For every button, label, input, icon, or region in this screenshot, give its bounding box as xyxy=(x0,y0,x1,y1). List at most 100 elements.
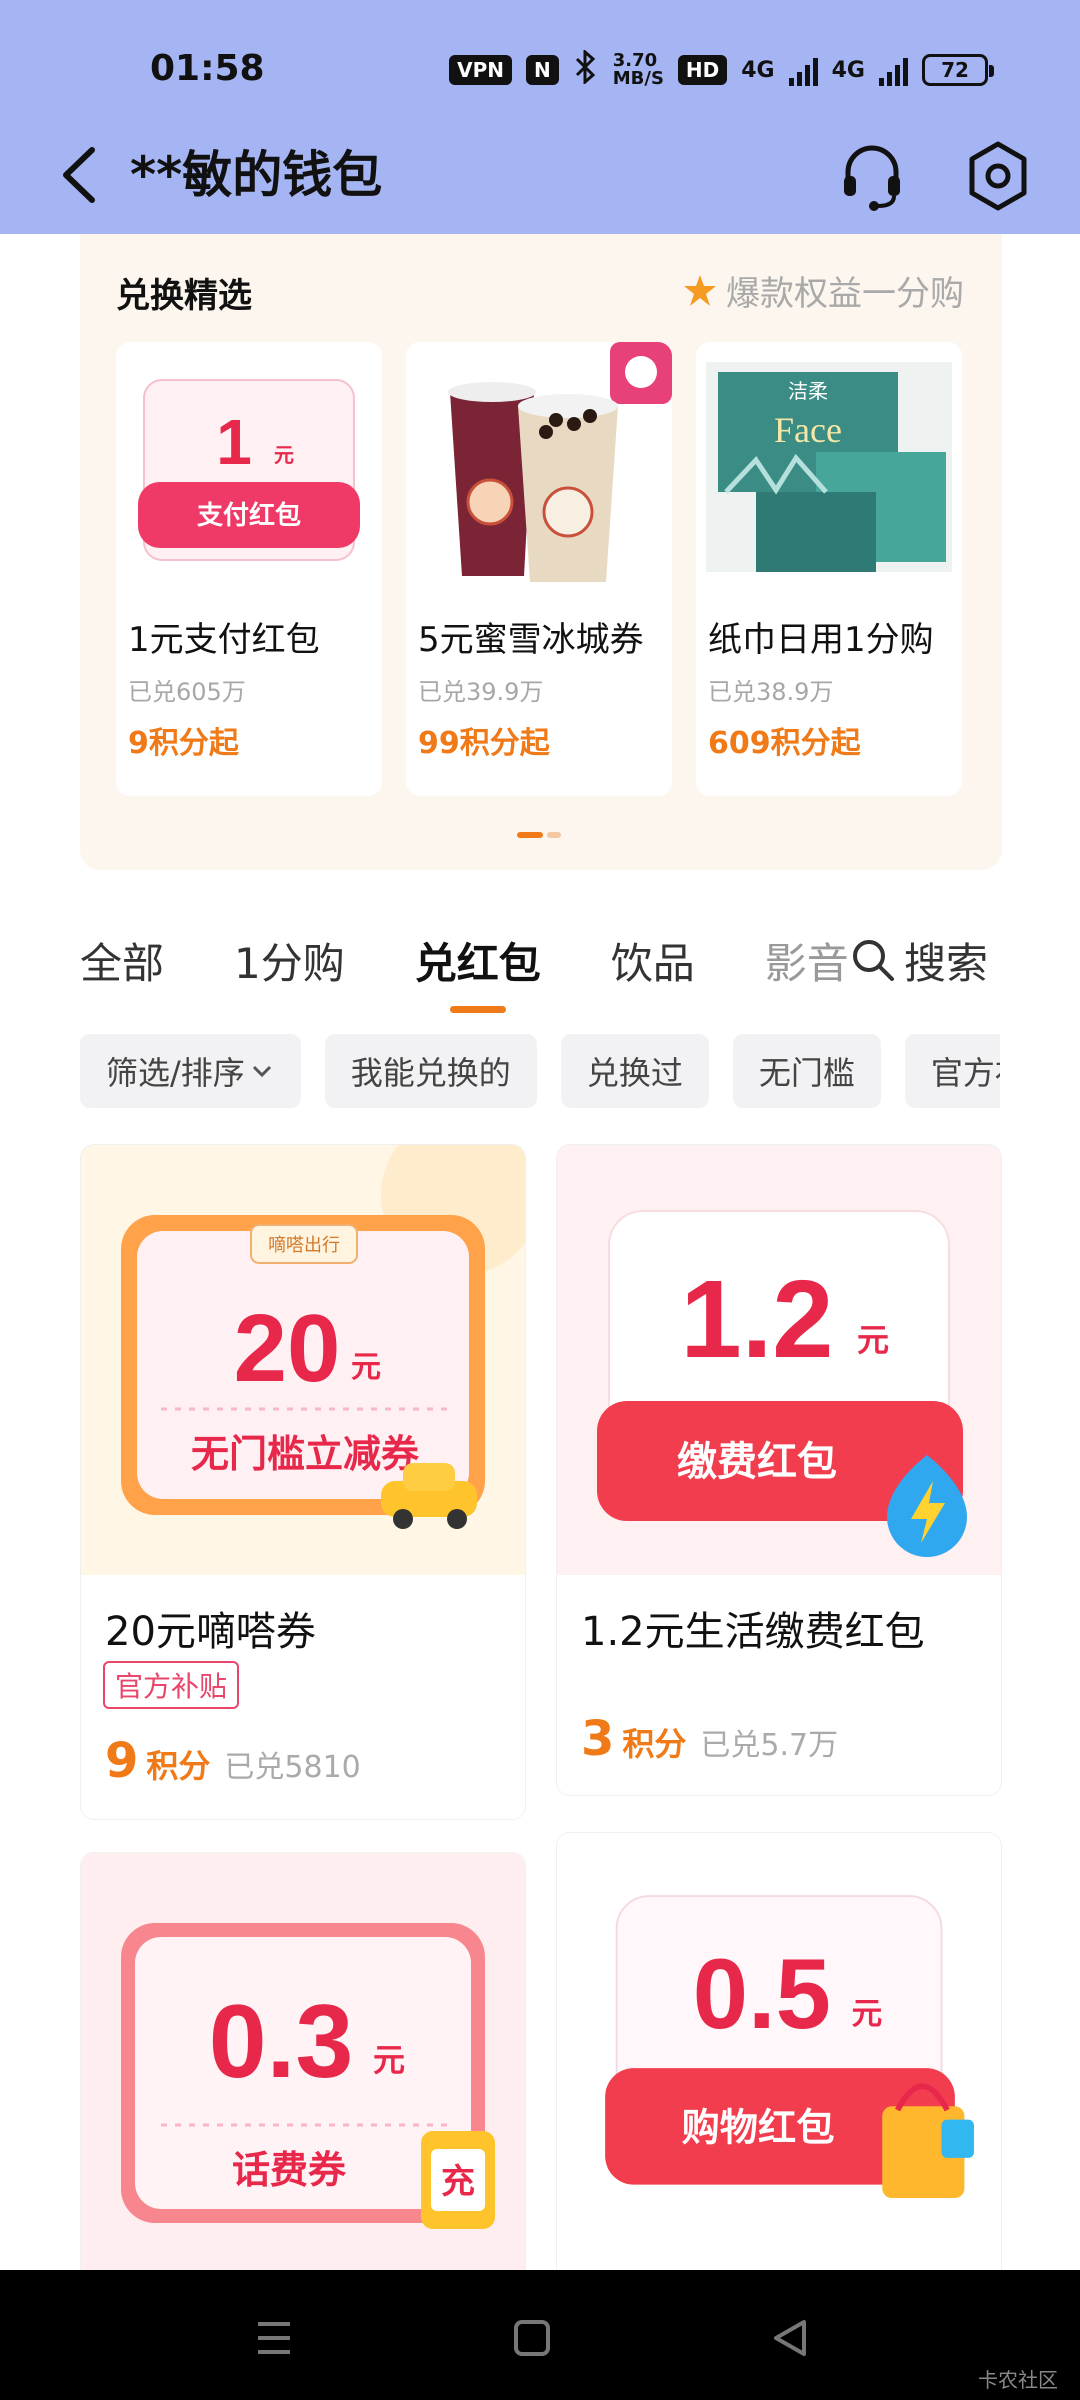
menu-icon xyxy=(258,2322,290,2354)
star-icon xyxy=(684,274,716,306)
coupon-image: 嘀嗒出行 20 元 无门槛立减券 xyxy=(81,1145,525,1575)
promo-link[interactable]: 爆款权益一分购 xyxy=(682,266,964,315)
search-icon xyxy=(853,940,894,981)
carousel-dot xyxy=(547,832,561,838)
product-card[interactable]: 1 元 支付红包 1元支付红包 已兑605万 9积分起 xyxy=(116,342,382,796)
coupon-art-badge: 充 xyxy=(441,2162,475,2202)
coupon-card[interactable]: 嘀嗒出行 20 元 无门槛立减券 20元嘀嗒券 官方补贴 9 积分 已兑5810 xyxy=(80,1144,526,1820)
status-bar: 01:58 VPN N 3.70 MB/S HD 4G 4G 72 xyxy=(0,0,1080,140)
watermark: 卡农社区 xyxy=(978,2368,1058,2392)
coupon-art-label: 话费券 xyxy=(232,2148,347,2192)
coupon-art-label: 购物红包 xyxy=(682,2107,835,2151)
product-art-amount: 1 xyxy=(216,406,252,478)
points-unit: 积分 xyxy=(622,1725,687,1763)
sold-count: 已兑5810 xyxy=(224,1750,361,1785)
filter-sort-chip[interactable]: 筛选/排序 xyxy=(80,1034,301,1108)
battery-icon: 72 xyxy=(922,54,994,86)
gear-icon xyxy=(969,141,1027,211)
points-unit: 积分 xyxy=(146,1747,211,1785)
main-content[interactable]: 兑换精选 爆款权益一分购 1 元 支付红包 1元支付红包 已兑605万 9积分起 xyxy=(0,234,1080,2270)
coupon-card[interactable]: 0.3 元 话费券 充 xyxy=(80,1852,526,2270)
signal-icon xyxy=(788,54,818,86)
product-art-label: 支付红包 xyxy=(197,500,301,531)
coupon-card[interactable]: 1.2 元 缴费红包 1.2元生活缴费红包 3 积分 已兑5.7万 xyxy=(556,1144,1002,1796)
points-value: 3 xyxy=(581,1711,615,1767)
tab-red-packet[interactable]: 兑红包 xyxy=(415,930,541,1013)
back-triangle-icon xyxy=(774,2320,806,2356)
headset-icon xyxy=(844,145,900,211)
bluetooth-icon xyxy=(573,48,599,90)
page-title: **敏的钱包 xyxy=(130,146,383,204)
coupon-price: 3 积分 已兑5.7万 xyxy=(581,1711,838,1767)
network-speed: 3.70 MB/S xyxy=(613,52,664,88)
coupon-art-amount: 20 xyxy=(234,1295,341,1402)
tab-drinks[interactable]: 饮品 xyxy=(611,930,695,991)
red-packet-image: 1 元 支付红包 xyxy=(138,379,360,561)
carousel-indicator xyxy=(517,832,561,838)
product-sold: 已兑38.9万 xyxy=(708,678,834,706)
exchange-featured-section: 兑换精选 爆款权益一分购 1 元 支付红包 1元支付红包 已兑605万 9积分起 xyxy=(80,234,1002,870)
sold-count: 已兑5.7万 xyxy=(700,1728,839,1763)
coupon-art-amount: 1.2 xyxy=(681,1258,834,1381)
product-price: 99积分起 xyxy=(418,726,550,761)
official-subsidy-tag: 官方补贴 xyxy=(103,1661,240,1709)
product-price: 9积分起 xyxy=(128,726,239,761)
coupon-art-unit: 元 xyxy=(373,2042,405,2078)
battery-level: 72 xyxy=(941,58,969,82)
coupon-image: 1.2 元 缴费红包 xyxy=(557,1145,1001,1575)
product-card[interactable]: 洁柔 Face 纸巾日用1分购 已兑38.9万 609积分起 xyxy=(696,342,962,796)
product-name: 5元蜜雪冰城券 xyxy=(418,620,644,660)
filter-chip-affordable[interactable]: 我能兑换的 xyxy=(324,1034,537,1108)
milk-tea-image xyxy=(448,342,672,582)
customer-service-button[interactable] xyxy=(832,136,912,216)
chip-label: 筛选/排序 xyxy=(106,1054,245,1092)
chevron-down-icon xyxy=(252,1065,271,1078)
recent-apps-button[interactable] xyxy=(244,2308,304,2368)
coupon-price: 9 积分 已兑5810 xyxy=(105,1733,361,1789)
coupon-card[interactable]: 0.5 元 购物红包 xyxy=(556,1832,1002,2270)
coupon-art-amount: 0.5 xyxy=(693,1939,831,2050)
filter-chip-exchanged[interactable]: 兑换过 xyxy=(560,1034,709,1108)
product-name: 1元支付红包 xyxy=(128,620,320,660)
back-button[interactable] xyxy=(52,140,112,210)
coupon-art-unit: 元 xyxy=(857,1322,889,1358)
product-sold: 已兑39.9万 xyxy=(418,678,544,706)
coupon-art-brand: 嘀嗒出行 xyxy=(268,1235,340,1256)
filter-chip-no-threshold[interactable]: 无门槛 xyxy=(732,1034,881,1108)
page-header: **敏的钱包 xyxy=(0,126,1080,226)
product-carousel[interactable]: 1 元 支付红包 1元支付红包 已兑605万 9积分起 5元蜜雪冰城券 已兑39… xyxy=(116,342,962,796)
filter-chip-official[interactable]: 官方补贴 xyxy=(904,1034,1000,1108)
product-art-brand: 洁柔 xyxy=(788,379,828,403)
signal-icon xyxy=(879,54,908,86)
coupon-image: 0.5 元 购物红包 xyxy=(566,1833,994,2263)
filter-chips: 筛选/排序 我能兑换的 兑换过 无门槛 官方补贴 xyxy=(80,1034,1000,1110)
product-sold: 已兑605万 xyxy=(128,678,246,706)
tab-all[interactable]: 全部 xyxy=(80,930,164,991)
coupon-art-label: 无门槛立减券 xyxy=(191,1432,420,1476)
coupon-art-unit: 元 xyxy=(852,1997,883,2031)
search-label: 搜索 xyxy=(904,938,989,988)
product-card[interactable]: 5元蜜雪冰城券 已兑39.9万 99积分起 xyxy=(406,342,672,796)
home-button[interactable] xyxy=(502,2308,562,2368)
status-icons: VPN N 3.70 MB/S HD 4G 4G 72 xyxy=(449,48,994,90)
tab-one-cent[interactable]: 1分购 xyxy=(234,930,345,991)
settings-button[interactable] xyxy=(958,136,1038,216)
status-time: 01:58 xyxy=(150,48,265,89)
search-button[interactable]: 搜索 xyxy=(850,920,1000,1000)
back-icon xyxy=(63,147,95,203)
top-bar: 01:58 VPN N 3.70 MB/S HD 4G 4G 72 **敏的钱包 xyxy=(0,0,1080,234)
coupon-image: 0.3 元 话费券 充 xyxy=(81,1853,525,2270)
nfc-icon: N xyxy=(525,55,559,85)
hd-icon: HD xyxy=(677,55,728,85)
system-nav-bar: 卡农社区 xyxy=(0,2270,1080,2400)
section-title: 兑换精选 xyxy=(116,276,252,316)
points-value: 9 xyxy=(105,1733,139,1789)
tab-media[interactable]: 影音 xyxy=(765,930,849,991)
vpn-icon: VPN xyxy=(449,55,512,85)
network-label-1: 4G xyxy=(741,57,775,83)
home-square-icon xyxy=(514,2320,550,2356)
nav-back-button[interactable] xyxy=(760,2308,820,2368)
category-tabs: 全部 1分购 兑红包 饮品 影音 搜索 xyxy=(80,920,1000,1013)
coupon-art-label: 缴费红包 xyxy=(677,1439,837,1485)
coupon-art-amount: 0.3 xyxy=(209,1984,354,2100)
